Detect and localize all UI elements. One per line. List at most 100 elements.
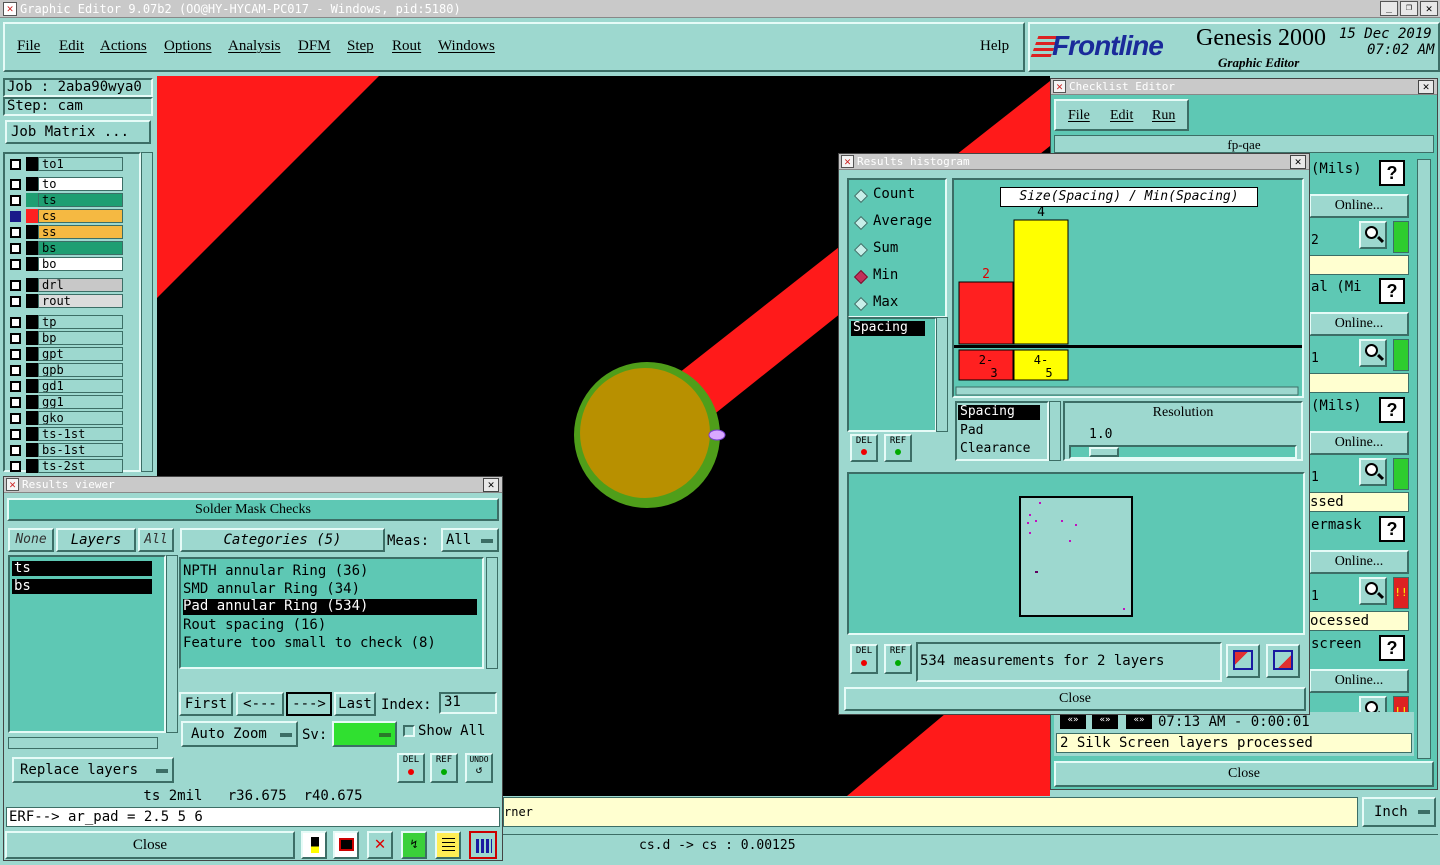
slider-thumb[interactable]: [1089, 447, 1119, 457]
layer-name[interactable]: tp: [38, 315, 123, 329]
layer-checkbox[interactable]: [10, 429, 21, 440]
layer-checkbox[interactable]: [10, 333, 21, 344]
histogram-close-button[interactable]: Close: [844, 687, 1306, 711]
map-ref-button[interactable]: REF: [884, 644, 912, 674]
layer-name[interactable]: gpb: [38, 363, 123, 377]
layer-color-swatch[interactable]: [26, 278, 38, 292]
online-button[interactable]: Online...: [1309, 431, 1409, 455]
online-button[interactable]: Online...: [1309, 550, 1409, 574]
mode-min[interactable]: Min: [873, 267, 898, 283]
layer-color-swatch[interactable]: [26, 427, 38, 441]
hist-ref-button[interactable]: REF: [884, 434, 912, 462]
layer-color-swatch[interactable]: [26, 395, 38, 409]
results-viewer-close-icon[interactable]: ✕: [483, 478, 499, 492]
layer-checkbox[interactable]: [10, 259, 21, 270]
measure-clearance[interactable]: Clearance: [960, 441, 1030, 456]
results-close-button[interactable]: Close: [5, 831, 295, 859]
radio-min-selected[interactable]: [853, 269, 869, 285]
spacing-list[interactable]: Spacing: [847, 317, 937, 432]
layer-name[interactable]: gko: [38, 411, 123, 425]
layer-color-swatch[interactable]: [26, 363, 38, 377]
layer-checkbox[interactable]: [10, 211, 21, 222]
measure-scrollbar[interactable]: [1049, 401, 1061, 461]
first-button[interactable]: First: [179, 692, 233, 716]
show-all-checkbox[interactable]: [403, 725, 415, 737]
spacing-list-scrollbar[interactable]: [936, 317, 948, 432]
layer-name[interactable]: bs: [38, 241, 123, 255]
layer-color-swatch[interactable]: [26, 315, 38, 329]
layer-name[interactable]: gpt: [38, 347, 123, 361]
layer-color-swatch[interactable]: [26, 177, 38, 191]
layer-name[interactable]: ts-2st: [38, 459, 123, 473]
measure-list[interactable]: Spacing Pad Clearance: [955, 401, 1049, 461]
step-icon-3[interactable]: «»: [1126, 715, 1152, 729]
tool-icon-2[interactable]: [333, 831, 359, 859]
layer-color-swatch[interactable]: [26, 347, 38, 361]
tool-icon-5[interactable]: [435, 831, 461, 859]
menu-help[interactable]: Help: [980, 38, 1009, 55]
mode-count[interactable]: Count: [873, 186, 915, 202]
layer-name[interactable]: cs: [38, 209, 123, 223]
tool-icon-4[interactable]: ↯: [401, 831, 427, 859]
layer-name[interactable]: bo: [38, 257, 123, 271]
menu-dfm[interactable]: DFM: [298, 38, 331, 55]
layer-checkbox[interactable]: [10, 381, 21, 392]
layer-checkbox[interactable]: [10, 227, 21, 238]
layer-result-bs[interactable]: bs: [12, 579, 152, 594]
online-button[interactable]: Online...: [1309, 194, 1409, 218]
meas-select[interactable]: All: [441, 528, 499, 552]
ref-button[interactable]: REF: [430, 753, 458, 783]
layer-checkbox[interactable]: [10, 413, 21, 424]
layer-color-swatch[interactable]: [26, 294, 38, 308]
mode-average[interactable]: Average: [873, 213, 932, 229]
layer-name[interactable]: to1: [38, 157, 123, 171]
layer-color-swatch[interactable]: [26, 257, 38, 271]
checklist-close-icon[interactable]: ✕: [1418, 80, 1434, 94]
categories-tab[interactable]: Categories (5): [180, 528, 385, 552]
layer-color-swatch[interactable]: [26, 331, 38, 345]
all-button[interactable]: All: [138, 528, 174, 552]
zoom-icon[interactable]: [1359, 577, 1387, 605]
histogram-bar[interactable]: [1013, 219, 1069, 345]
tool-icon-1[interactable]: [301, 831, 327, 859]
zoom-icon[interactable]: [1359, 458, 1387, 486]
category-scrollbar[interactable]: [486, 557, 498, 669]
tool-icon-3[interactable]: ✕: [367, 831, 393, 859]
help-icon[interactable]: ?: [1379, 278, 1405, 304]
histogram-close-icon[interactable]: ✕: [1290, 155, 1306, 169]
del-button[interactable]: DEL: [397, 753, 425, 783]
layer-name[interactable]: drl: [38, 278, 123, 292]
zoom-back-button[interactable]: [1266, 644, 1300, 678]
next-button[interactable]: --->: [286, 692, 332, 716]
layer-checkbox[interactable]: [10, 317, 21, 328]
map-del-button[interactable]: DEL: [850, 644, 878, 674]
menu-edit[interactable]: Edit: [59, 38, 84, 55]
menu-analysis[interactable]: Analysis: [228, 38, 281, 55]
radio-average[interactable]: [853, 215, 869, 231]
help-icon[interactable]: ?: [1379, 516, 1405, 542]
hist-del-button[interactable]: DEL: [850, 434, 878, 462]
layer-checkbox[interactable]: [10, 461, 21, 472]
chart-hscrollbar[interactable]: [955, 386, 1299, 396]
menu-rout[interactable]: Rout: [392, 38, 421, 55]
layer-name[interactable]: ts: [38, 193, 123, 207]
online-button[interactable]: Online...: [1309, 312, 1409, 336]
help-icon[interactable]: ?: [1379, 397, 1405, 423]
layer-result-hscrollbar[interactable]: [8, 737, 158, 749]
units-select[interactable]: Inch: [1362, 797, 1436, 827]
undo-button[interactable]: UNDO ↺: [465, 753, 493, 783]
radio-sum[interactable]: [853, 242, 869, 258]
radio-count[interactable]: [853, 188, 869, 204]
layer-result-list[interactable]: ts bs: [8, 555, 166, 733]
menu-file[interactable]: File: [17, 38, 40, 55]
step-icon-2[interactable]: «»: [1092, 715, 1118, 729]
layer-color-swatch[interactable]: [26, 459, 38, 473]
sv-color-select[interactable]: [332, 721, 397, 747]
layer-checkbox[interactable]: [10, 179, 21, 190]
last-button[interactable]: Last: [334, 692, 376, 716]
menu-actions[interactable]: Actions: [100, 38, 147, 55]
help-icon[interactable]: ?: [1379, 635, 1405, 661]
category-item[interactable]: SMD annular Ring (34): [183, 581, 360, 597]
layer-color-swatch[interactable]: [26, 209, 38, 223]
layer-color-swatch[interactable]: [26, 193, 38, 207]
